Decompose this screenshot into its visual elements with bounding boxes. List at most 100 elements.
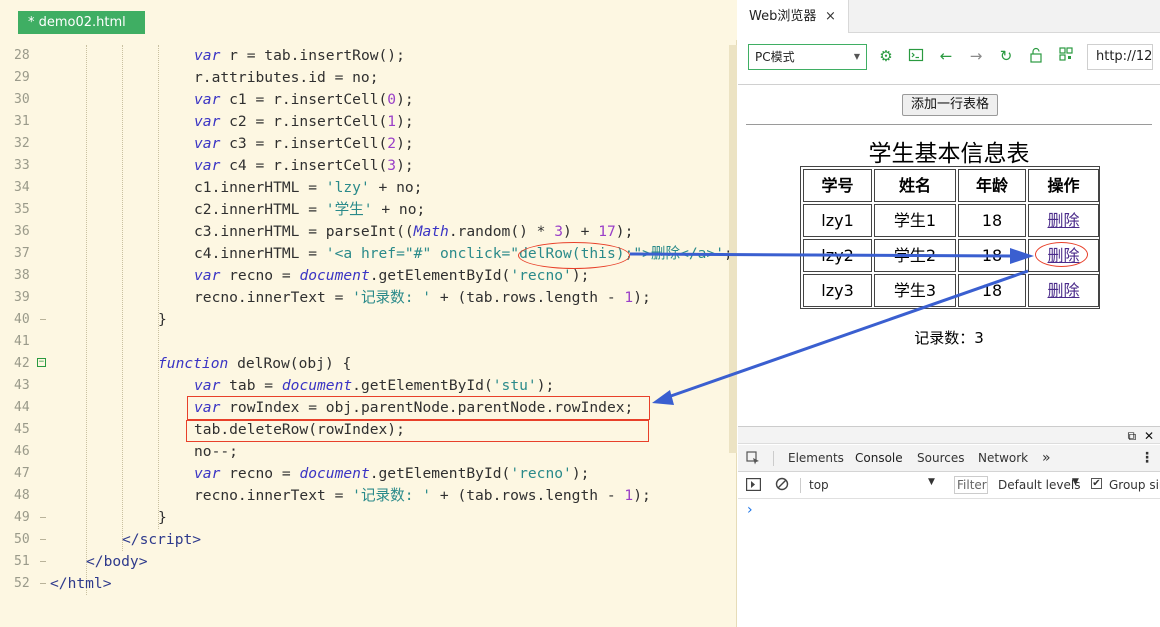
table-cell: 删除 (1028, 274, 1099, 307)
code-line[interactable]: c2.innerHTML = '学生' + no; (50, 199, 736, 221)
code-line[interactable]: </script> (50, 529, 736, 551)
line-number: 35 (14, 202, 30, 217)
rowindex-line-highlight (187, 396, 650, 420)
page-viewport: 添加一行表格 学生基本信息表 学号 姓名 年龄 操作 lzy1 学生1 18 删… (738, 86, 1160, 426)
lock-icon[interactable] (1027, 47, 1045, 65)
line-number: 44 (14, 400, 30, 415)
group-checkbox[interactable]: ✔ (1091, 478, 1102, 489)
line-number: 33 (14, 158, 30, 173)
delete-link[interactable]: 删除 (1047, 211, 1079, 230)
header-cell: 操作 (1028, 169, 1099, 202)
editor-scrollbar[interactable] (729, 45, 737, 453)
code-line[interactable]: } (50, 507, 736, 529)
close-icon[interactable]: ✕ (1144, 429, 1154, 443)
code-line[interactable]: c3.innerHTML = parseInt((Math.random() *… (50, 221, 736, 243)
code-line[interactable]: </html> (50, 573, 736, 595)
header-cell: 姓名 (874, 169, 956, 202)
console-prompt[interactable]: › (747, 502, 753, 518)
table-cell: 学生3 (874, 274, 956, 307)
table-cell: 删除 (1028, 204, 1099, 237)
code-line[interactable]: var recno = document.getElementById('rec… (50, 463, 736, 485)
chevron-down-icon: ▼ (928, 477, 935, 487)
tab-console[interactable]: Console (848, 445, 910, 474)
line-number-gutter: 28 29 30 31 32 33 34 35 36 37 38 39 40 41 42− 43 44 45 46 4… (0, 45, 48, 595)
console-output[interactable]: › (738, 500, 1160, 627)
line-number: 47 (14, 466, 30, 481)
line-number: 41 (14, 334, 30, 349)
add-row-button[interactable]: 添加一行表格 (902, 94, 998, 116)
kebab-menu-icon[interactable]: ⋮ (1140, 445, 1154, 472)
table-cell: 学生1 (874, 204, 956, 237)
sidebar-toggle-icon[interactable] (746, 478, 762, 494)
code-line[interactable]: var c4 = r.insertCell(3); (50, 155, 736, 177)
line-number: 49 (0, 507, 48, 529)
filter-input[interactable]: Filter (954, 476, 988, 494)
code-line[interactable]: </body> (50, 551, 736, 573)
table-cell: 18 (958, 239, 1026, 272)
editor-tab[interactable]: * demo02.html (18, 11, 145, 34)
levels-select[interactable]: Default levels (998, 478, 1080, 492)
fold-toggle-icon[interactable]: − (37, 358, 46, 367)
more-tabs-icon[interactable]: » (1042, 445, 1051, 472)
fold-end-marker (40, 583, 46, 584)
code-line[interactable]: no--; (50, 441, 736, 463)
line-number: 48 (14, 488, 30, 503)
code-line[interactable]: } (50, 309, 736, 331)
url-field[interactable]: http://127 (1087, 44, 1153, 70)
delete-link-highlight (1035, 242, 1088, 267)
code-line[interactable]: r.attributes.id = no; (50, 67, 736, 89)
code-line[interactable]: c4.innerHTML = '<a href="#" onclick="del… (50, 243, 736, 265)
code-line[interactable] (50, 331, 736, 353)
delete-link[interactable]: 删除 (1047, 281, 1079, 300)
divider (746, 124, 1152, 125)
inspect-icon[interactable] (746, 445, 766, 475)
refresh-icon[interactable]: ↻ (997, 47, 1015, 65)
delrow-call-highlight (518, 242, 630, 269)
code-line[interactable]: c1.innerHTML = 'lzy' + no; (50, 177, 736, 199)
tab-elements[interactable]: Elements (788, 445, 844, 472)
browser-toolbar: PC模式 ▼ ⚙ ← → ↻ http://127 (738, 33, 1160, 85)
browser-tab[interactable]: Web浏览器 × (738, 0, 849, 33)
code-line[interactable]: var c3 = r.insertCell(2); (50, 133, 736, 155)
devtools-tab-bar: Elements Console Sources Network » ⋮ (738, 445, 1160, 475)
tab-sources[interactable]: Sources (917, 445, 964, 472)
table-row: lzy3 学生3 18 删除 (802, 273, 1100, 308)
code-line[interactable]: recno.innerText = '记录数: ' + (tab.rows.le… (50, 485, 736, 507)
code-line[interactable]: var r = tab.insertRow(); (50, 45, 736, 67)
code-line[interactable]: var recno = document.getElementById('rec… (50, 265, 736, 287)
console-toolbar: top ▼ Filter Default levels ▼ ✔ Group si… (738, 472, 1160, 499)
fold-end-marker (40, 319, 46, 320)
line-number: 29 (14, 70, 30, 85)
table-cell: 学生2 (874, 239, 956, 272)
record-count: 记录数：3 (914, 329, 984, 347)
line-number: 45 (14, 422, 30, 437)
separator (773, 451, 774, 466)
gear-icon[interactable]: ⚙ (877, 47, 895, 65)
line-number: 39 (14, 290, 30, 305)
forward-arrow-icon[interactable]: → (967, 47, 985, 65)
code-editor[interactable]: * demo02.html 28 29 30 31 32 33 34 35 36 37 38 39 40… (0, 0, 737, 627)
code-line[interactable]: var c2 = r.insertCell(1); (50, 111, 736, 133)
tab-network[interactable]: Network (978, 445, 1028, 472)
line-number: 32 (14, 136, 30, 151)
code-area[interactable]: var r = tab.insertRow(); r.attributes.id … (50, 45, 736, 595)
code-line[interactable]: recno.innerText = '记录数: ' + (tab.rows.le… (50, 287, 736, 309)
clear-console-icon[interactable] (775, 477, 789, 494)
code-line[interactable]: var c1 = r.insertCell(0); (50, 89, 736, 111)
undock-icon[interactable]: ⧉ (1128, 429, 1137, 443)
code-line[interactable]: function delRow(obj) { (50, 353, 736, 375)
context-select[interactable]: top (809, 478, 829, 492)
code-line[interactable]: var tab = document.getElementById('stu')… (50, 375, 736, 397)
table-cell: lzy3 (803, 274, 872, 307)
line-number: 52 (0, 573, 48, 595)
terminal-icon[interactable] (907, 47, 925, 65)
close-icon[interactable]: × (825, 0, 836, 33)
browser-tab-title: Web浏览器 (749, 9, 817, 24)
table-cell: 18 (958, 274, 1026, 307)
back-arrow-icon[interactable]: ← (937, 47, 955, 65)
group-similar-label: Group sir (1109, 478, 1160, 492)
line-number: 50 (0, 529, 48, 551)
qrcode-icon[interactable] (1057, 47, 1075, 65)
mode-select[interactable]: PC模式 ▼ (748, 44, 867, 70)
table-cell: lzy2 (803, 239, 872, 272)
